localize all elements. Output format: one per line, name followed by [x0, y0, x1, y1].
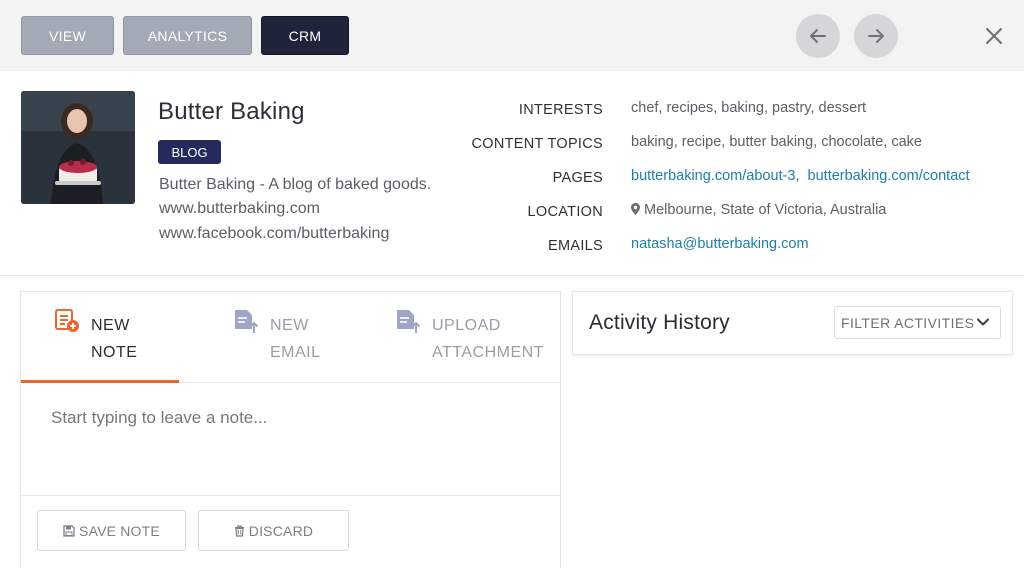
- save-note-button[interactable]: SAVE NOTE: [37, 510, 186, 551]
- map-marker-icon: [631, 203, 640, 215]
- tab-upload-attachment[interactable]: UPLOAD ATTACHMENT: [394, 306, 544, 366]
- type-badge: BLOG: [158, 140, 221, 164]
- email-link[interactable]: natasha@butterbaking.com: [631, 236, 809, 252]
- arrow-right-icon: [866, 26, 886, 46]
- active-tab-indicator: [21, 380, 179, 383]
- profile-photo: [21, 91, 135, 204]
- next-button[interactable]: [854, 14, 898, 58]
- profile-description: Butter Baking - A blog of baked goods.: [159, 176, 431, 194]
- chevron-down-icon: [976, 315, 990, 329]
- profile-website: www.butterbaking.com: [159, 200, 320, 218]
- section-divider: [0, 275, 1024, 276]
- pages-label: PAGES: [553, 170, 603, 186]
- tab-crm[interactable]: CRM: [261, 16, 349, 55]
- activity-history-panel: Activity History FILTER ACTIVITIES: [572, 291, 1013, 355]
- page-link-contact[interactable]: butterbaking.com/contact: [808, 168, 970, 184]
- activity-history-title: Activity History: [589, 311, 730, 335]
- tab-new-email-label: NEW EMAIL: [270, 312, 321, 366]
- profile-name: Butter Baking: [158, 98, 305, 126]
- close-icon: [985, 27, 1003, 45]
- discard-label: DISCARD: [249, 523, 313, 539]
- content-topics-value: baking, recipe, butter baking, chocolate…: [631, 134, 922, 150]
- previous-button[interactable]: [796, 14, 840, 58]
- page-separator: ,: [795, 168, 799, 184]
- interests-label: INTERESTS: [519, 102, 603, 118]
- content-topics-label: CONTENT TOPICS: [472, 136, 604, 152]
- tab-upload-attachment-label: UPLOAD ATTACHMENT: [432, 312, 544, 366]
- pages-value: butterbaking.com/about-3, butterbaking.c…: [631, 168, 970, 184]
- interests-value: chef, recipes, baking, pastry, dessert: [631, 100, 866, 116]
- tab-new-email[interactable]: NEW EMAIL: [232, 306, 321, 366]
- tab-analytics[interactable]: ANALYTICS: [123, 16, 252, 55]
- attachment-upload-icon: [394, 306, 422, 334]
- note-input[interactable]: Start typing to leave a note...: [51, 408, 267, 428]
- close-button[interactable]: [980, 22, 1008, 50]
- top-toolbar: VIEW ANALYTICS CRM: [0, 0, 1024, 71]
- profile-facebook: www.facebook.com/butterbaking: [159, 225, 389, 243]
- location-label: LOCATION: [528, 204, 603, 220]
- location-text: Melbourne, State of Victoria, Australia: [644, 202, 886, 218]
- tab-new-note[interactable]: NEW NOTE: [53, 306, 137, 366]
- email-upload-icon: [232, 306, 260, 334]
- filter-activities-dropdown[interactable]: FILTER ACTIVITIES: [834, 306, 1001, 339]
- avatar: [21, 91, 135, 204]
- location-value: Melbourne, State of Victoria, Australia: [631, 202, 886, 218]
- tab-view[interactable]: VIEW: [21, 16, 114, 55]
- page-link-about[interactable]: butterbaking.com/about-3: [631, 168, 795, 184]
- trash-icon: [234, 525, 245, 537]
- filter-activities-label: FILTER ACTIVITIES: [841, 315, 974, 331]
- floppy-disk-icon: [63, 525, 75, 537]
- tab-new-note-label: NEW NOTE: [91, 312, 137, 366]
- discard-button[interactable]: DISCARD: [198, 510, 349, 551]
- note-panel: NEW NOTE NEW EMAIL UPLOAD ATTACHMENT Sta…: [20, 291, 561, 568]
- arrow-left-icon: [808, 26, 828, 46]
- note-footer-divider: [21, 495, 560, 496]
- note-add-icon: [53, 306, 81, 334]
- emails-label: EMAILS: [548, 238, 603, 254]
- save-note-label: SAVE NOTE: [79, 523, 160, 539]
